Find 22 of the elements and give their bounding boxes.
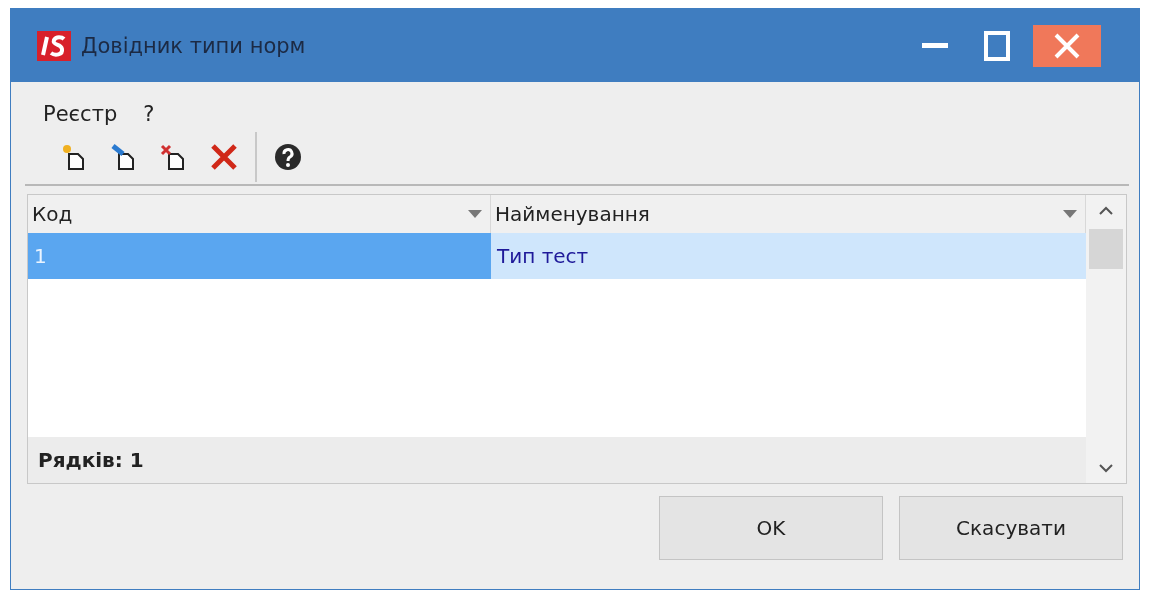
maximize-icon[interactable] [984, 30, 1010, 61]
close-icon [1053, 31, 1081, 60]
table-cell: Тип тест [491, 233, 1086, 279]
window-title: Довідник типи норм [81, 33, 307, 58]
scroll-thumb[interactable] [1089, 229, 1123, 269]
minimize-icon[interactable] [922, 42, 948, 49]
menu-item[interactable]: ? [143, 102, 155, 128]
help-icon [273, 142, 303, 172]
filter-arrow-icon[interactable] [1063, 210, 1077, 218]
app-logo-icon [37, 30, 71, 61]
column-title: Найменування [495, 202, 650, 226]
row-count: Рядків: 1 [38, 448, 144, 472]
dialog-button[interactable]: OK [659, 496, 883, 560]
table-cell: 1 [28, 233, 491, 279]
filter-arrow-icon[interactable] [468, 210, 482, 218]
close-button[interactable] [1033, 24, 1101, 67]
column-title: Код [32, 202, 73, 226]
menu-item[interactable]: Реєстр [43, 102, 118, 128]
table-row[interactable]: 1 Тип тест [28, 233, 1086, 279]
scrollbar[interactable] [1086, 195, 1126, 483]
dialog-button[interactable]: Скасувати [899, 496, 1123, 560]
delete-icon [209, 142, 239, 172]
